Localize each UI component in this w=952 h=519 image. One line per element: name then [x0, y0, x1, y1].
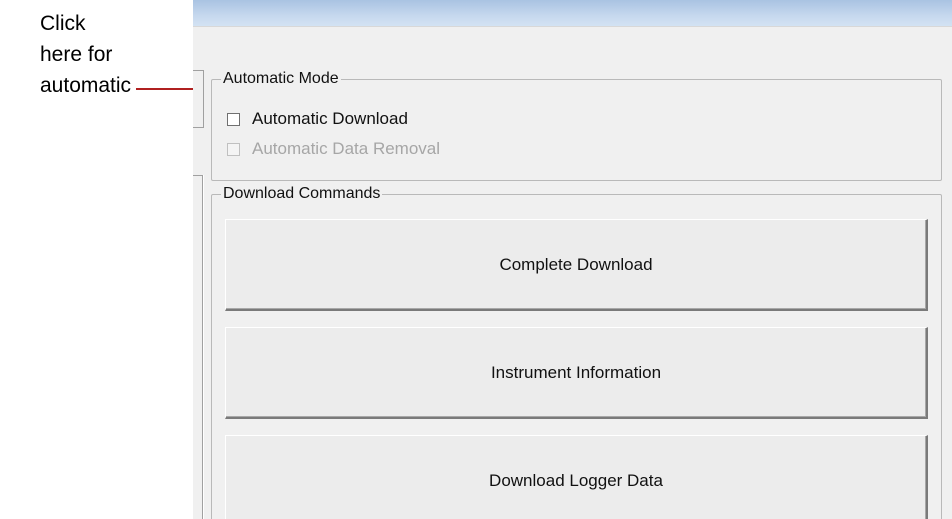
callout-annotation: Click here for automatic	[40, 8, 131, 101]
automatic-download-checkbox[interactable]: Automatic Download	[227, 109, 408, 129]
checkbox-box[interactable]	[227, 112, 240, 126]
callout-line-2: here for	[40, 43, 113, 66]
complete-download-button[interactable]: Complete Download	[225, 219, 928, 311]
automatic-data-removal-checkbox: Automatic Data Removal	[227, 139, 440, 159]
title-bar-edge	[193, 26, 952, 27]
title-bar	[193, 0, 952, 26]
callout-line-1: Click	[40, 12, 86, 35]
instrument-information-button[interactable]: Instrument Information	[225, 327, 928, 419]
left-panel-edge	[193, 175, 203, 519]
download-commands-legend: Download Commands	[223, 185, 381, 202]
automatic-data-removal-label: Automatic Data Removal	[252, 139, 441, 158]
checkbox-box-disabled	[227, 142, 240, 156]
download-commands-group: Download Commands Complete Download Inst…	[211, 185, 942, 519]
automatic-mode-group: Automatic Mode Automatic Download Automa…	[211, 70, 942, 181]
download-logger-data-button[interactable]: Download Logger Data	[225, 435, 928, 519]
app-window: Automatic Mode Automatic Download Automa…	[193, 0, 952, 519]
automatic-download-label: Automatic Download	[252, 109, 408, 128]
left-panel-top-edge	[193, 70, 204, 128]
callout-line-3: automatic	[40, 74, 132, 97]
automatic-mode-legend: Automatic Mode	[223, 70, 339, 87]
